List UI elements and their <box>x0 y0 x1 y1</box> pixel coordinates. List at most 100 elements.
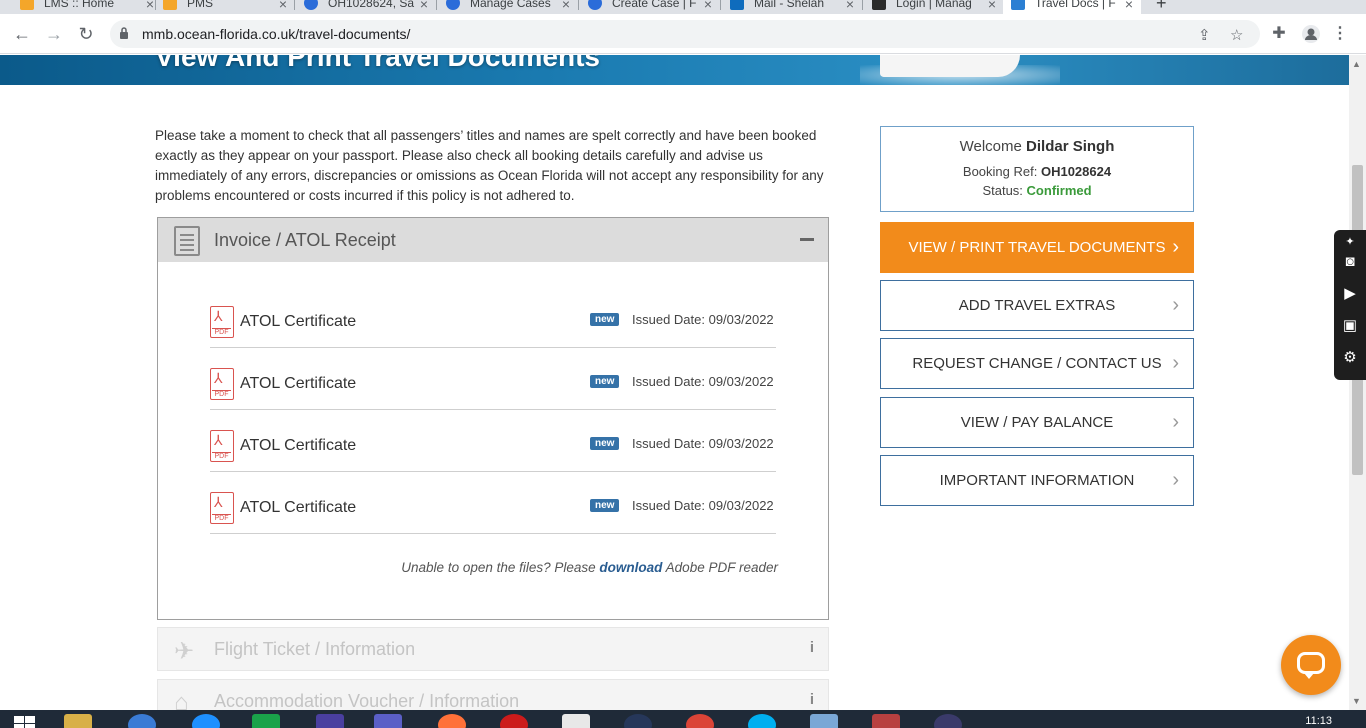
firefox-icon[interactable] <box>438 714 466 728</box>
info-icon[interactable]: i <box>810 691 814 708</box>
document-name-link[interactable]: ATOL Certificate <box>240 313 356 331</box>
tab-title: OH1028624, Sa <box>328 0 415 10</box>
booking-ref-value: OH1028624 <box>1040 164 1112 179</box>
download-link[interactable]: download <box>599 560 662 575</box>
edge-icon[interactable] <box>192 714 220 728</box>
media-icon[interactable] <box>872 714 900 728</box>
close-icon[interactable]: × <box>1125 0 1133 12</box>
pdf-icon: ⅄ PDF <box>210 430 234 462</box>
tab-pms[interactable]: PMS × <box>155 0 295 14</box>
tab-manage-cases[interactable]: Manage Cases × <box>438 0 578 14</box>
close-icon[interactable]: × <box>704 0 712 12</box>
settings-gear-icon[interactable]: ⚙ <box>1340 348 1360 368</box>
important-information-button[interactable]: IMPORTANT INFORMATION › <box>880 455 1194 506</box>
issued-date: Issued Date: 09/03/2022 <box>632 436 774 451</box>
close-icon[interactable]: × <box>420 0 428 12</box>
forward-icon[interactable]: → <box>42 22 66 46</box>
page-scrollbar[interactable]: ▲ ▼ <box>1349 55 1366 710</box>
tab-title: LMS :: Home <box>44 0 115 10</box>
tab-case-oh1028624[interactable]: OH1028624, Sa × <box>296 0 436 14</box>
case-favicon-icon <box>304 0 318 10</box>
video-icon[interactable]: ▶ <box>1340 284 1360 304</box>
tab-login[interactable]: Login | Manag × <box>864 0 1004 14</box>
gallery-icon[interactable]: ▣ <box>1340 316 1360 336</box>
new-badge: new <box>590 437 620 450</box>
remote-desktop-icon[interactable] <box>810 714 838 728</box>
plane-icon: ✈ <box>174 638 195 665</box>
document-name-link[interactable]: ATOL Certificate <box>240 437 356 455</box>
close-icon[interactable]: × <box>146 0 154 12</box>
receipt-icon <box>174 226 200 256</box>
reload-icon[interactable]: ↻ <box>74 22 98 46</box>
document-row[interactable]: ⅄ PDF ATOL Certificate new Issued Date: 0… <box>210 286 776 348</box>
opera-icon[interactable] <box>500 714 528 728</box>
issued-date: Issued Date: 09/03/2022 <box>632 374 774 389</box>
back-icon[interactable]: ← <box>10 22 34 46</box>
skype-icon[interactable] <box>748 714 776 728</box>
scroll-up-icon[interactable]: ▲ <box>1352 59 1361 69</box>
close-icon[interactable]: × <box>562 0 570 12</box>
booking-ref-label: Booking Ref: <box>962 164 1038 179</box>
bookmark-star-icon[interactable]: ☆ <box>1230 26 1243 44</box>
camera-icon[interactable]: ◙ <box>1340 252 1360 272</box>
address-bar[interactable]: mmb.ocean-florida.co.uk/travel-documents… <box>110 20 1260 48</box>
document-name-link[interactable]: ATOL Certificate <box>240 499 356 517</box>
tab-create-case[interactable]: Create Case | F × <box>580 0 720 14</box>
menu-kebab-icon[interactable]: ⋮ <box>1330 24 1350 44</box>
taskbar-clock[interactable]: 11:13 <box>1305 715 1332 727</box>
document-row[interactable]: ⅄ PDF ATOL Certificate new Issued Date: 0… <box>210 348 776 410</box>
button-label: VIEW / PRINT TRAVEL DOCUMENTS <box>908 239 1166 256</box>
lock-icon <box>120 27 128 39</box>
chevron-right-icon: › <box>1172 294 1179 316</box>
pdf-reader-help: Unable to open the files? Please downloa… <box>401 560 778 575</box>
section-title: Accommodation Voucher / Information <box>214 691 520 711</box>
live-chat-button[interactable] <box>1281 635 1341 695</box>
case-favicon-icon <box>446 0 460 10</box>
close-icon[interactable]: × <box>988 0 996 12</box>
page-title: View And Print Travel Documents <box>155 55 601 72</box>
add-travel-extras-button[interactable]: ADD TRAVEL EXTRAS › <box>880 280 1194 331</box>
issued-date: Issued Date: 09/03/2022 <box>632 312 774 327</box>
button-label: IMPORTANT INFORMATION <box>939 472 1135 489</box>
close-icon[interactable]: × <box>279 0 287 12</box>
new-tab-label: + <box>1156 0 1167 13</box>
tab-lms-home[interactable]: LMS :: Home × <box>12 0 162 14</box>
chrome-icon[interactable] <box>686 714 714 728</box>
request-change-contact-button[interactable]: REQUEST CHANGE / CONTACT US › <box>880 338 1194 389</box>
eclipse-icon[interactable] <box>624 714 652 728</box>
document-name-link[interactable]: ATOL Certificate <box>240 375 356 393</box>
banner-boat-image <box>880 55 1020 77</box>
app-icon[interactable] <box>934 714 962 728</box>
document-row[interactable]: ⅄ PDF ATOL Certificate new Issued Date: 0… <box>210 472 776 534</box>
info-icon[interactable]: i <box>810 639 814 656</box>
scroll-down-icon[interactable]: ▼ <box>1352 696 1361 706</box>
chat-icon <box>1297 652 1325 679</box>
extensions-icon[interactable]: ✚ <box>1269 24 1289 44</box>
windows-start-icon[interactable] <box>14 716 36 728</box>
pin-icon[interactable]: ✦ <box>1340 232 1360 252</box>
new-tab-button[interactable]: + <box>1148 0 1178 14</box>
profile-avatar-icon[interactable] <box>1301 24 1321 44</box>
chevron-right-icon: › <box>1172 352 1179 374</box>
ie-browser-icon[interactable] <box>128 714 156 728</box>
tab-mail[interactable]: Mail - Shelah × <box>722 0 862 14</box>
status-badge: Confirmed <box>1026 183 1092 198</box>
notepad-icon[interactable] <box>562 714 590 728</box>
view-pay-balance-button[interactable]: VIEW / PAY BALANCE › <box>880 397 1194 448</box>
collapse-icon[interactable] <box>800 238 814 241</box>
invoice-section-header[interactable]: Invoice / ATOL Receipt <box>158 218 828 262</box>
view-print-travel-documents-button[interactable]: VIEW / PRINT TRAVEL DOCUMENTS › <box>880 222 1194 273</box>
file-explorer-icon[interactable] <box>64 714 92 728</box>
close-icon[interactable]: × <box>846 0 854 12</box>
document-row[interactable]: ⅄ PDF ATOL Certificate new Issued Date: 0… <box>210 410 776 472</box>
browser-toolbar: ← → ↻ mmb.ocean-florida.co.uk/travel-doc… <box>0 14 1366 54</box>
store-icon[interactable] <box>252 714 280 728</box>
pdf-icon: ⅄ PDF <box>210 492 234 524</box>
app-icon[interactable] <box>316 714 344 728</box>
tab-travel-docs[interactable]: Travel Docs | F × <box>1003 0 1141 14</box>
section-title: Invoice / ATOL Receipt <box>214 230 396 250</box>
teams-icon[interactable] <box>374 714 402 728</box>
welcome-greeting: Welcome <box>959 138 1022 155</box>
flight-ticket-section[interactable]: ✈ Flight Ticket / Information i <box>157 627 829 671</box>
share-icon[interactable]: ⇪ <box>1198 26 1211 44</box>
